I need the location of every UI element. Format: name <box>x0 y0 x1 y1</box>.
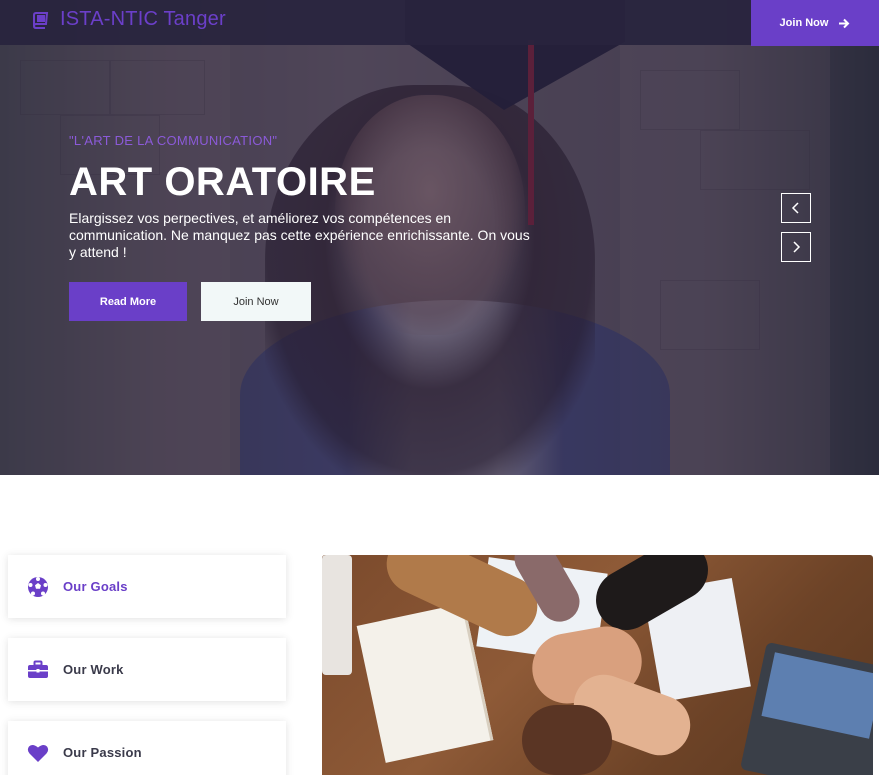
hero-title: ART ORATOIRE <box>69 160 376 204</box>
tablet-device <box>322 555 352 675</box>
book-icon <box>32 11 49 29</box>
chevron-right-icon <box>793 241 801 253</box>
navbar-join-label: Join Now <box>779 17 829 29</box>
hero-description: Elargissez vos perpectives, et améliorez… <box>69 210 530 260</box>
heart-icon <box>27 744 49 762</box>
team-hands-image <box>322 555 873 775</box>
carousel-prev-button[interactable] <box>781 193 811 223</box>
feature-our-goals[interactable]: Our Goals <box>8 555 286 618</box>
briefcase-icon <box>28 660 48 678</box>
soccer-ball-icon <box>28 576 48 597</box>
feature-our-work[interactable]: Our Work <box>8 638 286 701</box>
carousel-next-button[interactable] <box>781 232 811 262</box>
chevron-left-icon <box>791 202 799 214</box>
hero-banner: "L'ART DE LA COMMUNICATION" ART ORATOIRE… <box>0 0 879 475</box>
arrow-right-icon <box>839 18 850 28</box>
brand[interactable]: ISTA-NTIC Tanger <box>32 8 226 31</box>
hero-eyebrow: "L'ART DE LA COMMUNICATION" <box>69 133 278 148</box>
hero-join-now-button[interactable]: Join Now <box>201 282 311 321</box>
read-more-button[interactable]: Read More <box>69 282 187 321</box>
feature-label: Our Passion <box>63 745 142 760</box>
feature-our-passion[interactable]: Our Passion <box>8 721 286 775</box>
stacked-hands <box>522 705 612 775</box>
feature-label: Our Goals <box>63 579 128 594</box>
notebook <box>356 603 494 763</box>
brand-name: ISTA-NTIC Tanger <box>60 8 226 30</box>
navbar-join-now-button[interactable]: Join Now <box>751 0 879 46</box>
feature-label: Our Work <box>63 662 124 677</box>
navbar: ISTA-NTIC Tanger Join Now <box>0 0 879 46</box>
